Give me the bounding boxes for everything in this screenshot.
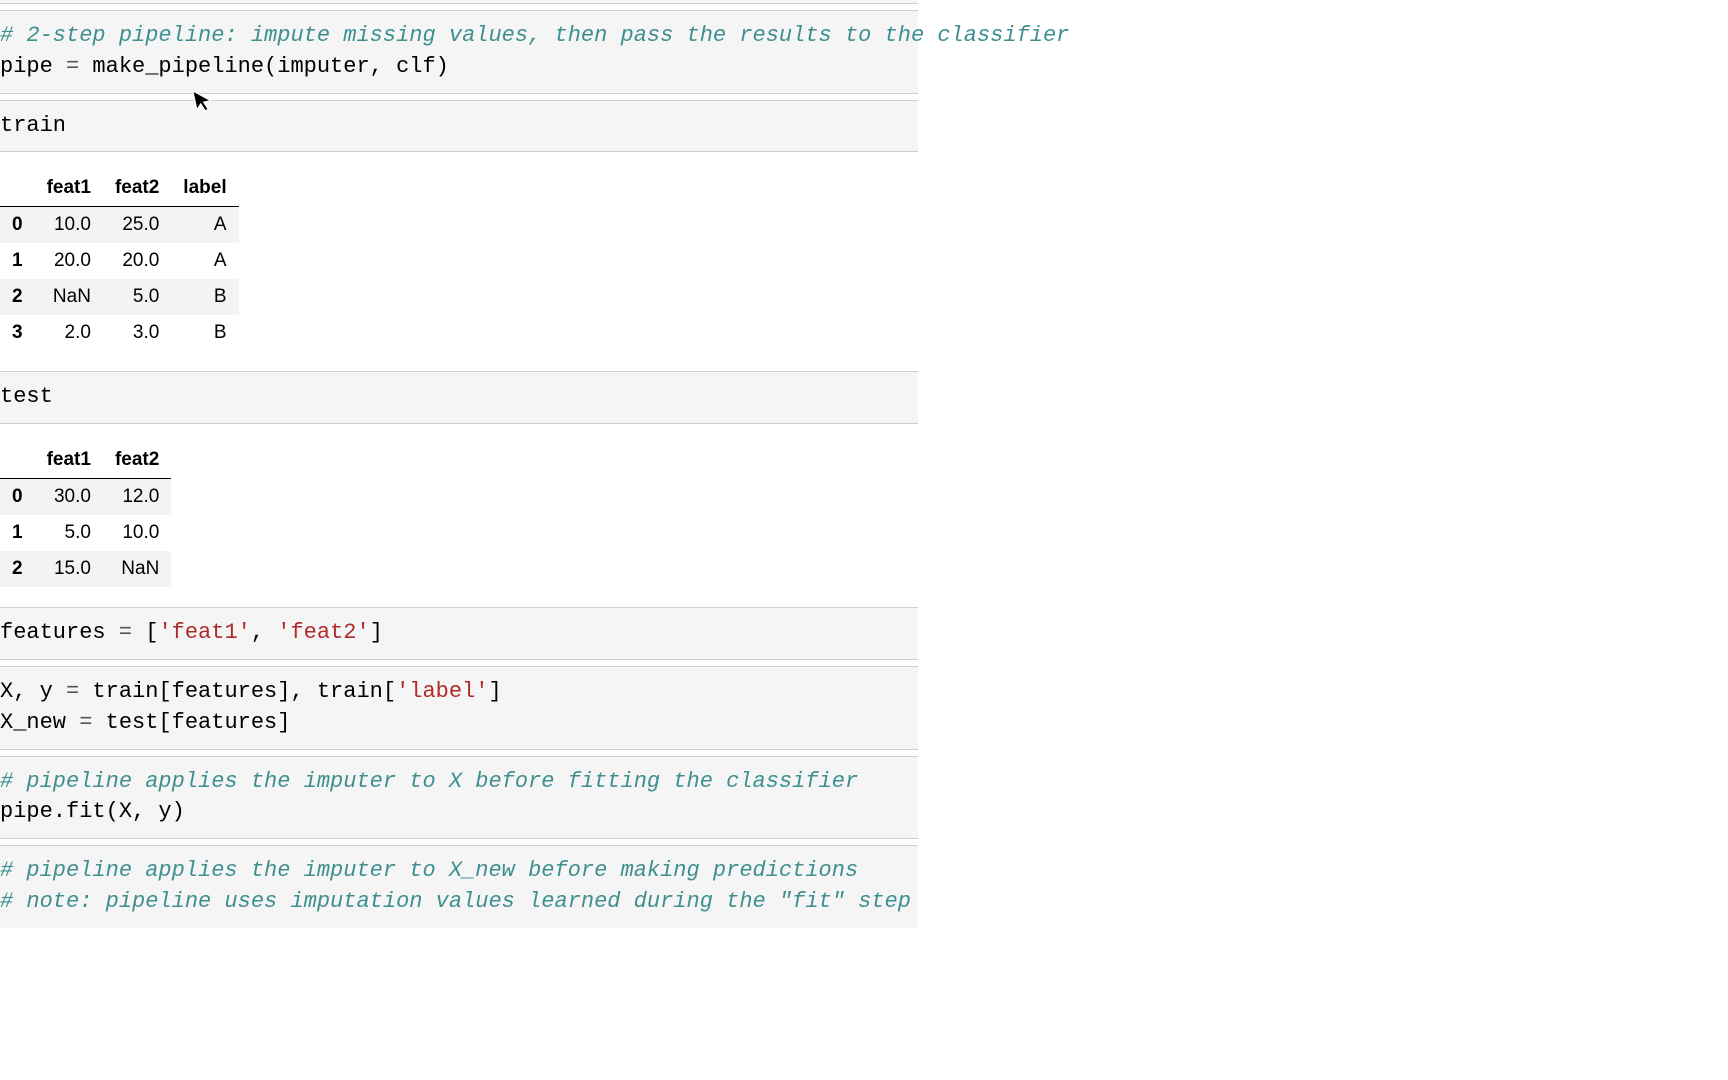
code-text: train [0,113,66,138]
table-row: 2 15.0 NaN [0,551,171,587]
code-cell-features[interactable]: features = ['feat1', 'feat2'] [0,607,918,660]
cell-value: B [171,279,238,315]
cell-value: B [171,315,238,351]
table-row: 0 30.0 12.0 [0,479,171,516]
cell-value: 30.0 [35,479,103,516]
code-cell-fit[interactable]: # pipeline applies the imputer to X befo… [0,756,918,840]
table-row: 1 20.0 20.0 A [0,243,239,279]
operator: = [119,620,132,645]
table-row: 3 2.0 3.0 B [0,315,239,351]
cell-value: 15.0 [35,551,103,587]
table-header-feat2: feat2 [103,170,171,207]
notebook-container: # 2-step pipeline: impute missing values… [0,0,918,928]
code-cell-train[interactable]: train [0,100,918,153]
cell-value: A [171,207,238,244]
row-index: 0 [0,479,35,516]
cell-value: 10.0 [35,207,103,244]
cell-value: 20.0 [35,243,103,279]
code-text: pipe.fit(X, y) [0,799,185,824]
comment-text: # pipeline applies the imputer to X_new … [0,858,858,883]
string-literal: 'label' [396,679,488,704]
string-literal: 'feat1' [158,620,250,645]
output-train-table: feat1 feat2 label 0 10.0 25.0 A 1 20.0 2… [0,152,918,371]
row-index: 2 [0,279,35,315]
cell-value: A [171,243,238,279]
table-header-index [0,442,35,479]
code-text: , [251,620,277,645]
cell-value: 5.0 [103,279,171,315]
output-test-table: feat1 feat2 0 30.0 12.0 1 5.0 10.0 2 15.… [0,424,918,607]
comment-text: # 2-step pipeline: impute missing values… [0,23,1069,48]
table-row: 2 NaN 5.0 B [0,279,239,315]
table-header-label: label [171,170,238,207]
row-index: 1 [0,515,35,551]
cell-value: 20.0 [103,243,171,279]
table-row: 0 10.0 25.0 A [0,207,239,244]
cell-value: 25.0 [103,207,171,244]
row-index: 0 [0,207,35,244]
code-text: X_new [0,710,79,735]
row-index: 3 [0,315,35,351]
table-header-row: feat1 feat2 [0,442,171,479]
code-cell-predict[interactable]: # pipeline applies the imputer to X_new … [0,845,918,928]
table-header-feat1: feat1 [35,442,103,479]
code-text: [ [132,620,158,645]
cell-value: 3.0 [103,315,171,351]
row-index: 2 [0,551,35,587]
code-text: X, y [0,679,66,704]
code-text: test[features] [92,710,290,735]
operator: = [66,54,79,79]
code-text: make_pipeline(imputer, clf) [79,54,449,79]
string-literal: 'feat2' [277,620,369,645]
code-text: test [0,384,53,409]
table-row: 1 5.0 10.0 [0,515,171,551]
row-index: 1 [0,243,35,279]
table-header-index [0,170,35,207]
code-cell-test[interactable]: test [0,371,918,424]
code-text: features [0,620,119,645]
code-cell-xy[interactable]: X, y = train[features], train['label'] X… [0,666,918,750]
table-header-feat1: feat1 [35,170,103,207]
cell-value: 10.0 [103,515,171,551]
cell-value: NaN [103,551,171,587]
operator: = [79,710,92,735]
code-text: ] [370,620,383,645]
code-text: pipe [0,54,66,79]
code-text: ] [489,679,502,704]
comment-text: # pipeline applies the imputer to X befo… [0,769,858,794]
comment-text: # note: pipeline uses imputation values … [0,889,911,914]
table-header-row: feat1 feat2 label [0,170,239,207]
cell-value: 12.0 [103,479,171,516]
code-text: train[features], train[ [79,679,396,704]
code-cell-pipeline[interactable]: # 2-step pipeline: impute missing values… [0,10,918,94]
dataframe-train: feat1 feat2 label 0 10.0 25.0 A 1 20.0 2… [0,170,239,351]
cell-value: 2.0 [35,315,103,351]
operator: = [66,679,79,704]
table-header-feat2: feat2 [103,442,171,479]
cell-value: NaN [35,279,103,315]
cell-value: 5.0 [35,515,103,551]
dataframe-test: feat1 feat2 0 30.0 12.0 1 5.0 10.0 2 15.… [0,442,171,587]
